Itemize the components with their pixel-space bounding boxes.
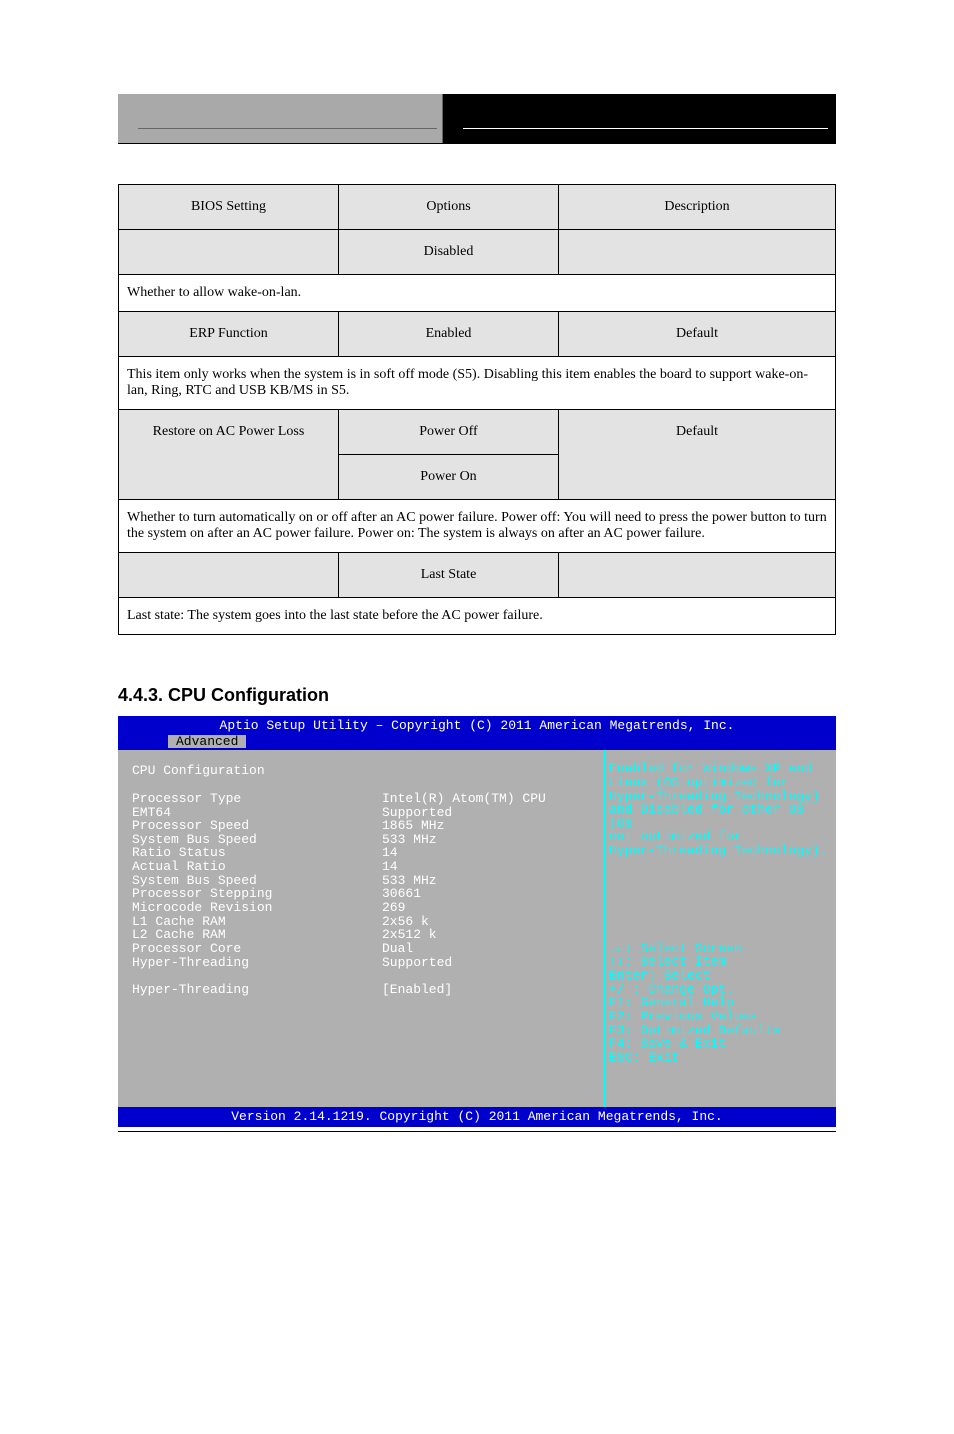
bios-info-row: Processor CoreDual xyxy=(132,942,594,956)
chapter-banner xyxy=(118,94,836,144)
section-heading: 4.4.3. CPU Configuration xyxy=(118,685,836,706)
bios-info-row: Processor Speed1865 MHz xyxy=(132,819,594,833)
bios-info-list: Processor TypeIntel(R) Atom(TM) CPU EMT6… xyxy=(132,792,594,969)
bios-section-title: CPU Configuration xyxy=(132,764,594,778)
col-feature: BIOS Setting xyxy=(119,185,339,230)
bios-main-panel: CPU Configuration Processor TypeIntel(R)… xyxy=(118,750,604,1107)
table-row: Disabled xyxy=(119,230,836,275)
table-row: This item only works when the system is … xyxy=(119,357,836,410)
col-description: Description xyxy=(559,185,836,230)
table-row: Whether to allow wake-on-lan. xyxy=(119,275,836,312)
bios-help-text: Enabled for Windows XP and Linux (OS opt… xyxy=(609,762,828,857)
bios-info-row: Actual Ratio14 xyxy=(132,860,594,874)
bios-info-row: Processor TypeIntel(R) Atom(TM) CPU xyxy=(132,792,594,806)
bios-help-panel: Enabled for Windows XP and Linux (OS opt… xyxy=(604,750,836,1107)
bios-footer-bar: Version 2.14.1219. Copyright (C) 2011 Am… xyxy=(118,1107,836,1127)
banner-right-box xyxy=(443,94,836,143)
bios-screenshot: Aptio Setup Utility – Copyright (C) 2011… xyxy=(118,716,836,1127)
bios-info-row: Microcode Revision269 xyxy=(132,901,594,915)
page-footer-rule xyxy=(118,1131,836,1132)
table-row: Whether to turn automatically on or off … xyxy=(119,500,836,553)
table-row: ERP Function Enabled Default xyxy=(119,312,836,357)
table-row: Last State xyxy=(119,553,836,598)
bios-info-row: L1 Cache RAM2x56 k xyxy=(132,915,594,929)
col-options: Options xyxy=(339,185,559,230)
bios-body: CPU Configuration Processor TypeIntel(R)… xyxy=(118,750,836,1107)
bios-title-bar: Aptio Setup Utility – Copyright (C) 2011… xyxy=(118,716,836,733)
bios-menu-bar: Advanced xyxy=(118,733,836,751)
bios-info-row: System Bus Speed533 MHz xyxy=(132,874,594,888)
bios-info-row: Ratio Status14 xyxy=(132,846,594,860)
table-row: Last state: The system goes into the las… xyxy=(119,598,836,635)
bios-info-row: System Bus Speed533 MHz xyxy=(132,833,594,847)
bios-nav-hints: →←: Select Screen ↑↓: Select Item Enter:… xyxy=(609,942,828,1065)
bios-info-row: L2 Cache RAM2x512 k xyxy=(132,928,594,942)
bios-setting-hyperthreading[interactable]: Hyper-Threading [Enabled] xyxy=(132,983,594,997)
bios-info-row: Hyper-ThreadingSupported xyxy=(132,956,594,970)
tab-advanced[interactable]: Advanced xyxy=(168,735,246,749)
table-row: Restore on AC Power Loss Power Off Defau… xyxy=(119,410,836,455)
bios-info-row: EMT64Supported xyxy=(132,806,594,820)
banner-left-box xyxy=(118,94,443,143)
table-header-row: BIOS Setting Options Description xyxy=(119,185,836,230)
bios-settings-table: BIOS Setting Options Description Disable… xyxy=(118,184,836,635)
bios-info-row: Processor Stepping30661 xyxy=(132,887,594,901)
